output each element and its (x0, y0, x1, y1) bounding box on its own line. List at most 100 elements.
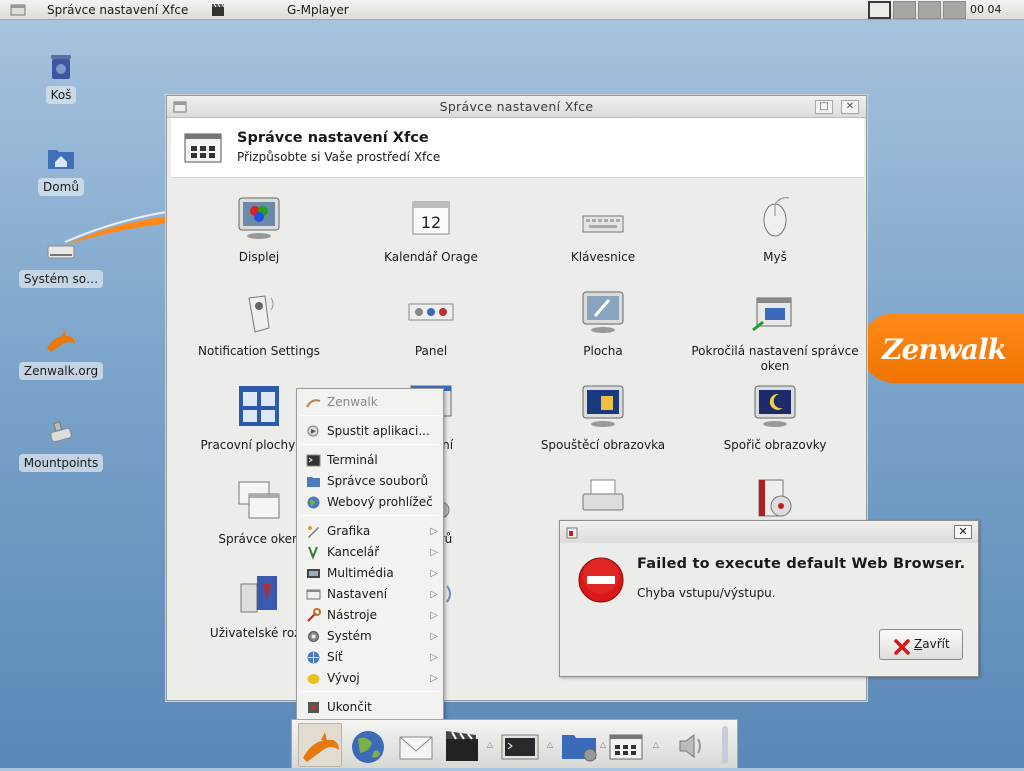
menu-item-graphics[interactable]: Grafika ▷ (297, 521, 443, 542)
launcher-terminal[interactable] (498, 723, 542, 767)
menu-item-office[interactable]: Kancelář ▷ (297, 542, 443, 563)
submenu-arrow-icon: ▷ (430, 526, 438, 537)
clapperboard-icon[interactable] (211, 0, 225, 20)
display-icon (235, 194, 283, 242)
zenwalk-logo-icon (306, 395, 321, 410)
zenwalk-dolphin-icon (45, 326, 77, 358)
menu-item-network[interactable]: Síť ▷ (297, 647, 443, 668)
window-titlebar[interactable]: Správce nastavení Xfce □ ✕ (167, 96, 866, 118)
close-dialog-button[interactable]: Zavřít (879, 629, 963, 660)
close-button[interactable]: ✕ (841, 100, 859, 114)
office-icon (306, 545, 321, 560)
settings-item-panel[interactable]: Panel (345, 288, 517, 359)
volume-icon (679, 734, 701, 758)
panel-handle[interactable] (722, 726, 728, 764)
settings-item-label: Spořič obrazovky (723, 438, 827, 452)
bottom-panel: △ △ △ △ (291, 719, 738, 768)
desktop-icon-label: Domů (38, 178, 84, 196)
desktop-icon-trash[interactable]: Koš (16, 50, 106, 104)
menu-item-label: Webový prohlížeč (327, 495, 433, 509)
taskbar-item-settings[interactable]: Správce nastavení Xfce (47, 0, 188, 20)
menu-item-label: Síť (327, 650, 343, 664)
clock[interactable]: 00 04 (970, 0, 1002, 20)
settings-item-splash[interactable]: Spouštěcí obrazovka (517, 382, 689, 453)
settings-item-display[interactable]: Displej (173, 194, 345, 265)
launcher-arrow-icon[interactable]: △ (545, 740, 555, 749)
filesystem-drive-icon (45, 234, 77, 266)
settings-item-label: Klávesnice (570, 250, 636, 264)
settings-manager-launcher-icon (609, 734, 643, 760)
launcher-web-browser[interactable] (346, 723, 390, 767)
zenwalk-banner-text: Zenwalk (882, 333, 1007, 366)
settings-item-keyboard[interactable]: Klávesnice (517, 194, 689, 265)
close-dialog-button-label: Zavřít (914, 637, 950, 651)
launcher-file-manager[interactable] (558, 723, 602, 767)
workspace-2[interactable] (893, 1, 916, 19)
settings-item-desktop[interactable]: Plocha (517, 288, 689, 359)
settings-manager-icon (183, 128, 223, 171)
menu-item-development[interactable]: Vývoj ▷ (297, 668, 443, 689)
menu-item-system[interactable]: Systém ▷ (297, 626, 443, 647)
menu-item-file-manager[interactable]: Správce souborů (297, 471, 443, 492)
desktop-icon-zenwalk[interactable]: Zenwalk.org (16, 326, 106, 380)
launcher-media-player[interactable] (440, 723, 484, 767)
window-title: Správce nastavení Xfce (439, 99, 594, 114)
menu-item-run[interactable]: Spustit aplikaci... (297, 421, 443, 442)
taskbar-item-gmplayer[interactable]: G-Mplayer (287, 0, 349, 20)
launcher-zenwalk-menu[interactable] (298, 723, 342, 767)
launcher-settings-manager[interactable] (604, 723, 648, 767)
settings-item-notification[interactable]: Notification Settings (173, 288, 345, 359)
desktop-icon-home[interactable]: Domů (16, 142, 106, 196)
header-subtitle: Přizpůsobte si Vaše prostředí Xfce (237, 150, 441, 164)
workspace-4[interactable] (943, 1, 966, 19)
menu-item-label: Spustit aplikaci... (327, 424, 430, 438)
menu-item-label: Zenwalk (327, 395, 378, 409)
menu-item-label: Vývoj (327, 671, 360, 685)
window-menu-icon[interactable] (10, 0, 26, 20)
workspace-1[interactable] (868, 1, 891, 19)
settings-item-label: Myš (763, 250, 787, 264)
launcher-arrow-icon[interactable]: △ (485, 740, 495, 749)
file-manager-launcher-icon (562, 735, 597, 762)
launcher-arrow-icon[interactable]: △ (651, 740, 661, 749)
application-menu: Zenwalk Spustit aplikaci... Terminál Spr… (296, 388, 444, 720)
launcher-mail[interactable] (394, 723, 438, 767)
settings-item-calendar[interactable]: 12 Kalendář Orage (345, 194, 517, 265)
settings-item-label: Displej (238, 250, 280, 264)
menu-item-label: Nastavení (327, 587, 388, 601)
keyboard-icon (579, 194, 627, 242)
screensaver-icon (751, 382, 799, 430)
menu-item-quit[interactable]: Ukončit (297, 697, 443, 718)
run-icon (306, 424, 321, 439)
settings-item-mouse[interactable]: Myš (689, 194, 861, 265)
launcher-volume[interactable] (672, 723, 716, 767)
workspace-3[interactable] (918, 1, 941, 19)
settings-icon (306, 587, 321, 602)
maximize-button[interactable]: □ (815, 100, 833, 114)
panel-icon (407, 288, 455, 336)
workspace-pager[interactable] (868, 1, 966, 19)
menu-item-label: Terminál (327, 453, 378, 467)
mail-icon (399, 736, 433, 760)
settings-item-screensaver[interactable]: Spořič obrazovky (689, 382, 861, 453)
mountpoints-icon (45, 418, 77, 450)
desktop-icon-filesystem[interactable]: Systém so… (16, 234, 106, 288)
settings-item-label: Panel (414, 344, 448, 358)
media-icon (751, 476, 799, 524)
menu-item-settings[interactable]: Nastavení ▷ (297, 584, 443, 605)
dialog-menu-icon[interactable] (566, 527, 578, 542)
menu-item-label: Systém (327, 629, 372, 643)
printer-icon (579, 476, 627, 524)
menu-item-tools[interactable]: Nástroje ▷ (297, 605, 443, 626)
system-icon (306, 629, 321, 644)
error-message: Chyba vstupu/výstupu. (637, 586, 776, 600)
dialog-close-button[interactable]: ✕ (954, 525, 972, 539)
menu-item-web-browser[interactable]: Webový prohlížeč (297, 492, 443, 513)
dialog-titlebar[interactable]: ✕ (560, 521, 978, 543)
menu-item-multimedia[interactable]: Multimédia ▷ (297, 563, 443, 584)
menu-item-terminal[interactable]: Terminál (297, 450, 443, 471)
menu-item-zenwalk: Zenwalk (297, 392, 443, 413)
desktop-icon-mountpoints[interactable]: Mountpoints (16, 418, 106, 472)
mouse-icon (751, 194, 799, 242)
settings-item-wm-tweaks[interactable]: Pokročilá nastavení správce oken (689, 288, 861, 374)
